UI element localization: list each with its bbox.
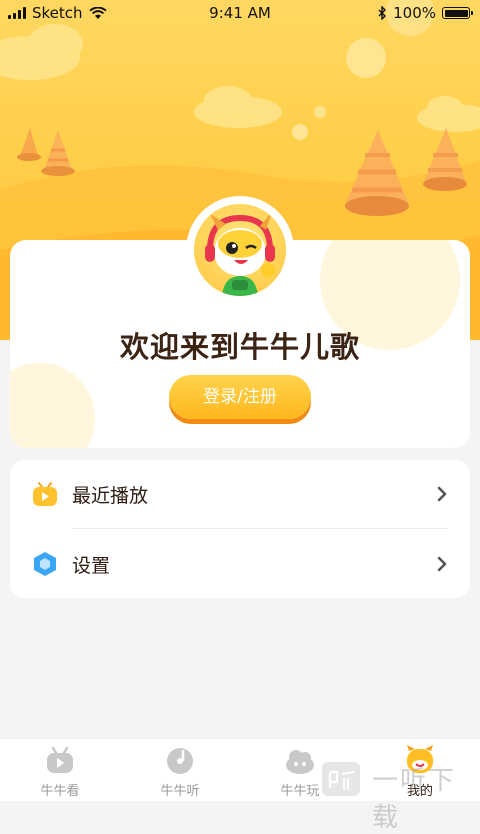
avatar[interactable] bbox=[194, 204, 286, 296]
tv-icon bbox=[47, 746, 73, 773]
status-bar: Sketch 9:41 AM 100% bbox=[0, 0, 480, 26]
menu-card: 最近播放 设置 bbox=[10, 460, 470, 598]
bluetooth-icon bbox=[378, 6, 387, 20]
chevron-right-icon bbox=[437, 556, 447, 572]
music-disc-icon bbox=[167, 748, 193, 774]
chevron-right-icon bbox=[437, 486, 447, 502]
play-tv-icon bbox=[33, 482, 57, 506]
tab-label: 牛牛听 bbox=[160, 784, 200, 799]
battery-icon bbox=[442, 7, 473, 19]
play-cloud-icon bbox=[286, 750, 314, 774]
login-register-button[interactable]: 登录/注册 bbox=[169, 375, 311, 419]
watermark-text: 一听下载 bbox=[372, 766, 457, 833]
menu-item-label: 设置 bbox=[72, 554, 111, 577]
menu-item-settings[interactable]: 设置 bbox=[10, 530, 470, 598]
hexagon-settings-icon bbox=[34, 552, 56, 576]
tab-niuniu-listen[interactable]: 牛牛听 bbox=[120, 739, 240, 801]
tab-niuniu-watch[interactable]: 牛牛看 bbox=[0, 739, 120, 801]
menu-item-recent-play[interactable]: 最近播放 bbox=[10, 460, 470, 528]
battery-percent: 100% bbox=[393, 4, 436, 22]
menu-item-label: 最近播放 bbox=[72, 484, 149, 507]
watermark-logo-icon bbox=[322, 762, 360, 796]
status-right: 100% bbox=[378, 4, 473, 22]
tab-label: 牛牛看 bbox=[40, 784, 80, 799]
welcome-title: 欢迎来到牛牛儿歌 bbox=[119, 330, 360, 364]
menu-divider bbox=[72, 528, 448, 529]
calf-mascot-icon bbox=[205, 212, 275, 296]
